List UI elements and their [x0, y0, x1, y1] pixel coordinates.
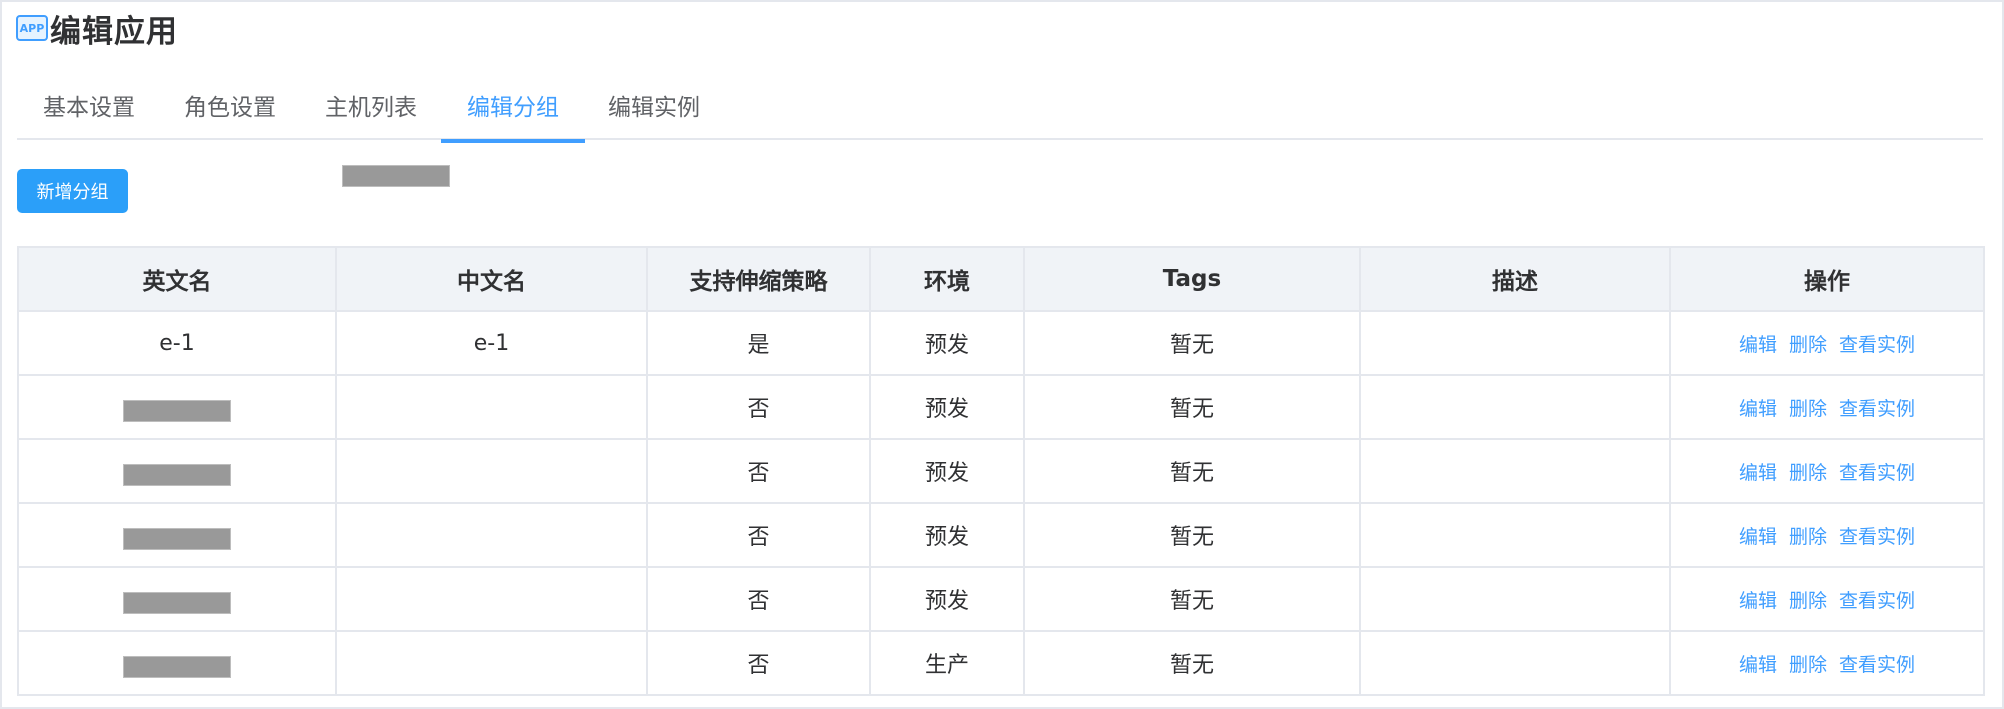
- column-header-env: 环境: [869, 246, 1025, 312]
- table-row: 否预发 暂无 编辑 删除 查看实例: [17, 438, 1985, 504]
- delete-link[interactable]: 删除: [1789, 462, 1827, 484]
- cell-desc: [1359, 438, 1671, 504]
- view-instances-link[interactable]: 查看实例: [1839, 462, 1915, 484]
- cell-cn-name: [335, 630, 648, 696]
- tab-basic-settings[interactable]: 基本设置: [17, 80, 161, 140]
- delete-link[interactable]: 删除: [1789, 334, 1827, 356]
- table-row: 否生产 暂无 编辑 删除 查看实例: [17, 630, 1985, 696]
- column-header-cn-name: 中文名: [335, 246, 648, 312]
- tab-role-settings[interactable]: 角色设置: [158, 80, 302, 140]
- column-header-desc: 描述: [1359, 246, 1671, 312]
- cell-scaling: 否: [646, 566, 871, 632]
- cell-actions: 编辑 删除 查看实例: [1669, 630, 1985, 696]
- cell-tags: 暂无: [1023, 438, 1361, 504]
- page-header: APP 编辑应用: [16, 8, 178, 50]
- cell-cn-name: e-1: [335, 310, 648, 376]
- cell-desc: [1359, 310, 1671, 376]
- tab-edit-instance[interactable]: 编辑实例: [582, 80, 726, 140]
- table-row: 否预发 暂无 编辑 删除 查看实例: [17, 566, 1985, 632]
- table-header-row: 英文名 中文名 支持伸缩策略 环境 Tags 描述 操作: [17, 246, 1985, 312]
- cell-cn-name: [335, 374, 648, 440]
- cell-tags: 暂无: [1023, 566, 1361, 632]
- cell-env: 预发: [869, 502, 1025, 568]
- tab-host-list[interactable]: 主机列表: [299, 80, 443, 140]
- cell-actions: 编辑 删除 查看实例: [1669, 374, 1985, 440]
- cell-cn-name: [335, 502, 648, 568]
- column-header-scaling: 支持伸缩策略: [646, 246, 871, 312]
- cell-desc: [1359, 566, 1671, 632]
- cell-tags: 暂无: [1023, 310, 1361, 376]
- delete-link[interactable]: 删除: [1789, 590, 1827, 612]
- delete-link[interactable]: 删除: [1789, 526, 1827, 548]
- table-row: 否预发 暂无 编辑 删除 查看实例: [17, 374, 1985, 440]
- cell-en-name: [17, 438, 337, 504]
- redacted-block: [123, 464, 231, 486]
- cell-en-name: [17, 502, 337, 568]
- cell-cn-name: [335, 438, 648, 504]
- cell-env: 预发: [869, 310, 1025, 376]
- group-table: 英文名 中文名 支持伸缩策略 环境 Tags 描述 操作 e-1 e-1 是预发 暂无…: [17, 246, 1985, 696]
- page-title: 编辑应用: [50, 13, 178, 50]
- redacted-block: [123, 528, 231, 550]
- redacted-block: [123, 656, 231, 678]
- cell-actions: 编辑 删除 查看实例: [1669, 566, 1985, 632]
- redacted-block: [123, 400, 231, 422]
- cell-env: 预发: [869, 566, 1025, 632]
- column-header-en-name: 英文名: [17, 246, 337, 312]
- delete-link[interactable]: 删除: [1789, 654, 1827, 676]
- column-header-tags: Tags: [1023, 246, 1361, 312]
- cell-en-name: [17, 374, 337, 440]
- view-instances-link[interactable]: 查看实例: [1839, 654, 1915, 676]
- view-instances-link[interactable]: 查看实例: [1839, 526, 1915, 548]
- cell-env: 预发: [869, 374, 1025, 440]
- add-group-button[interactable]: 新增分组: [17, 169, 128, 213]
- cell-scaling: 否: [646, 502, 871, 568]
- cell-tags: 暂无: [1023, 502, 1361, 568]
- redacted-block: [342, 165, 450, 187]
- cell-en-name: e-1: [17, 310, 337, 376]
- cell-desc: [1359, 374, 1671, 440]
- edit-link[interactable]: 编辑: [1739, 654, 1777, 676]
- cell-env: 预发: [869, 438, 1025, 504]
- cell-actions: 编辑 删除 查看实例: [1669, 310, 1985, 376]
- cell-scaling: 是: [646, 310, 871, 376]
- cell-cn-name: [335, 566, 648, 632]
- cell-tags: 暂无: [1023, 374, 1361, 440]
- cell-scaling: 否: [646, 438, 871, 504]
- cell-tags: 暂无: [1023, 630, 1361, 696]
- edit-link[interactable]: 编辑: [1739, 462, 1777, 484]
- cell-actions: 编辑 删除 查看实例: [1669, 502, 1985, 568]
- cell-en-name: [17, 630, 337, 696]
- table-row: 否预发 暂无 编辑 删除 查看实例: [17, 502, 1985, 568]
- cell-scaling: 否: [646, 630, 871, 696]
- tab-bar: 基本设置 角色设置 主机列表 编辑分组 编辑实例: [17, 80, 1983, 143]
- view-instances-link[interactable]: 查看实例: [1839, 334, 1915, 356]
- view-instances-link[interactable]: 查看实例: [1839, 398, 1915, 420]
- delete-link[interactable]: 删除: [1789, 398, 1827, 420]
- cell-env: 生产: [869, 630, 1025, 696]
- edit-link[interactable]: 编辑: [1739, 334, 1777, 356]
- cell-desc: [1359, 502, 1671, 568]
- edit-link[interactable]: 编辑: [1739, 398, 1777, 420]
- cell-scaling: 否: [646, 374, 871, 440]
- tab-edit-group[interactable]: 编辑分组: [441, 80, 585, 143]
- column-header-actions: 操作: [1669, 246, 1985, 312]
- view-instances-link[interactable]: 查看实例: [1839, 590, 1915, 612]
- cell-en-name: [17, 566, 337, 632]
- cell-desc: [1359, 630, 1671, 696]
- redacted-block: [123, 592, 231, 614]
- table-row: e-1 e-1 是预发 暂无 编辑 删除 查看实例: [17, 310, 1985, 376]
- edit-link[interactable]: 编辑: [1739, 590, 1777, 612]
- app-icon: APP: [16, 15, 48, 41]
- cell-actions: 编辑 删除 查看实例: [1669, 438, 1985, 504]
- edit-link[interactable]: 编辑: [1739, 526, 1777, 548]
